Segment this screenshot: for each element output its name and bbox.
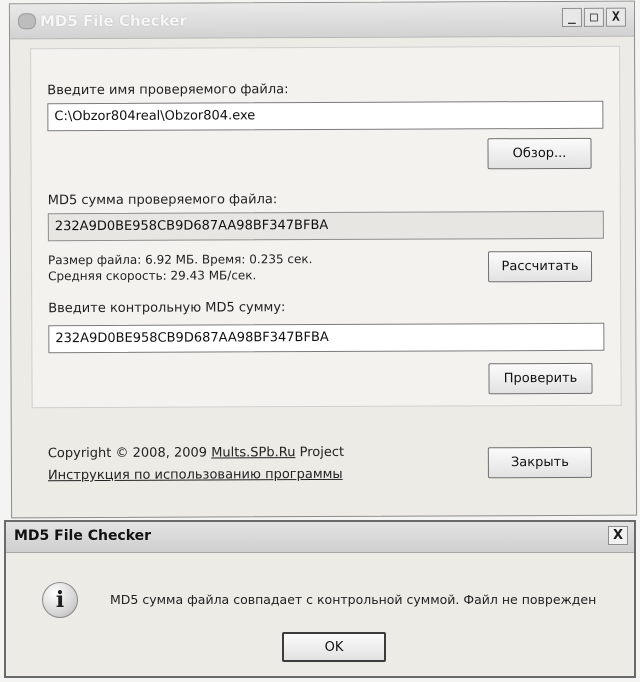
window-title: MD5 File Checker	[39, 11, 187, 31]
browse-button[interactable]: Обзор...	[487, 137, 592, 170]
control-label: Введите контрольную MD5 сумму:	[48, 300, 286, 317]
file-label: Введите имя проверяемого файла:	[47, 82, 289, 99]
title-bar: MD5 File Checker _ □ X	[9, 1, 635, 40]
manual-link[interactable]: Инструкция по использованию программы	[48, 467, 343, 483]
verify-button[interactable]: Проверить	[488, 362, 593, 395]
close-app-button[interactable]: Закрыть	[487, 446, 592, 479]
app-icon	[17, 13, 36, 30]
stats-speed: Средняя скорость: 29.43 МБ/сек.	[48, 268, 257, 284]
copyright-prefix: Copyright © 2008, 2009	[47, 445, 212, 462]
checker-panel: Введите имя проверяемого файла: C:\Obzor…	[30, 45, 622, 409]
ok-button[interactable]: OK	[282, 632, 386, 662]
dialog-close-button[interactable]: X	[608, 526, 628, 545]
window-controls: _ □ X	[561, 7, 626, 27]
md5-result-field: 232A9D0BE958CB9D687AA98BF347BFBA	[47, 210, 604, 242]
dialog-message: MD5 сумма файла совпадает с контрольной …	[110, 592, 597, 607]
info-icon: i	[42, 582, 78, 618]
stats-size-time: Размер файла: 6.92 МБ. Время: 0.235 сек.	[47, 252, 313, 268]
message-dialog: MD5 File Checker X i MD5 сумма файла сов…	[4, 520, 636, 678]
file-path-input[interactable]: C:\Obzor804real\Obzor804.exe	[47, 100, 604, 132]
site-link[interactable]: Mults.SPb.Ru	[211, 445, 295, 460]
main-window: MD5 File Checker _ □ X Введите имя прове…	[8, 0, 638, 519]
control-md5-input[interactable]: 232A9D0BE958CB9D687AA98BF347BFBA	[48, 322, 605, 354]
copyright-suffix: Project	[295, 444, 345, 461]
close-button[interactable]: X	[605, 7, 626, 27]
dialog-title: MD5 File Checker	[14, 528, 152, 544]
maximize-button[interactable]: □	[583, 7, 604, 27]
md5-label: MD5 сумма проверяемого файла:	[47, 192, 278, 209]
copyright-text: Copyright © 2008, 2009 Mults.SPb.Ru Proj…	[48, 445, 344, 461]
dialog-title-bar: MD5 File Checker X	[6, 522, 634, 553]
minimize-button[interactable]: _	[561, 7, 582, 27]
calculate-button[interactable]: Рассчитать	[487, 250, 593, 283]
